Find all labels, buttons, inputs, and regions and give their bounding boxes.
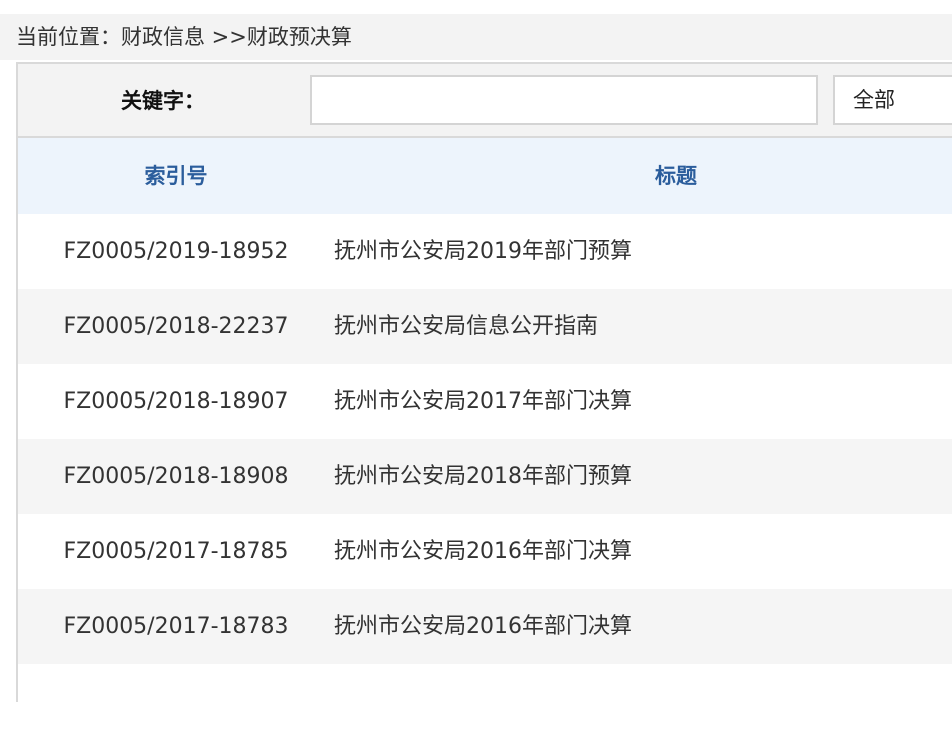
search-bar: 关键字： 全部 [18,64,952,138]
column-header-index: 索引号 [144,164,208,188]
content-panel: 关键字： 全部 索引号 标题 FZ0005/2019-18952 抚州市公安局2… [16,62,952,739]
row-title-link[interactable]: 抚州市公安局2016年部门决算 [334,589,632,664]
row-title-link[interactable]: 抚州市公安局2019年部门预算 [334,214,632,289]
row-index: FZ0005/2017-18783 [63,614,289,639]
keyword-input[interactable] [310,75,818,125]
column-header-title: 标题 [655,164,697,188]
keyword-label: 关键字： [121,89,205,113]
table-body: FZ0005/2019-18952 抚州市公安局2019年部门预算 FZ0005… [18,214,952,739]
breadcrumb: 当前位置：财政信息 >>财政预决算 [0,14,952,60]
table-row: FZ0005/2018-22237 抚州市公安局信息公开指南 [18,289,952,364]
row-title-link[interactable]: 抚州市公安局2016年部门决算 [334,514,632,589]
row-title-link[interactable]: 抚州市公安局信息公开指南 [334,289,598,364]
row-index: FZ0005/2019-18952 [63,239,289,264]
scope-select[interactable]: 全部 [833,75,952,125]
row-index: FZ0005/2018-18908 [63,464,289,489]
row-index: FZ0005/2018-18907 [63,389,289,414]
row-title-link[interactable]: 抚州市公安局2017年部门决算 [334,364,632,439]
row-title-link[interactable]: 抚州市公安局2018年部门预算 [334,439,632,514]
table-row: FZ0005/2019-18952 抚州市公安局2019年部门预算 [18,214,952,289]
table-row: FZ0005/2017-18783 抚州市公安局2016年部门决算 [18,589,952,664]
table-row [18,664,952,739]
table-header: 索引号 标题 [18,138,952,214]
row-index [18,664,334,739]
table-row: FZ0005/2018-18907 抚州市公安局2017年部门决算 [18,364,952,439]
row-index: FZ0005/2018-22237 [63,314,289,339]
table-row: FZ0005/2018-18908 抚州市公安局2018年部门预算 [18,439,952,514]
row-index: FZ0005/2017-18785 [63,539,289,564]
table-row: FZ0005/2017-18785 抚州市公安局2016年部门决算 [18,514,952,589]
